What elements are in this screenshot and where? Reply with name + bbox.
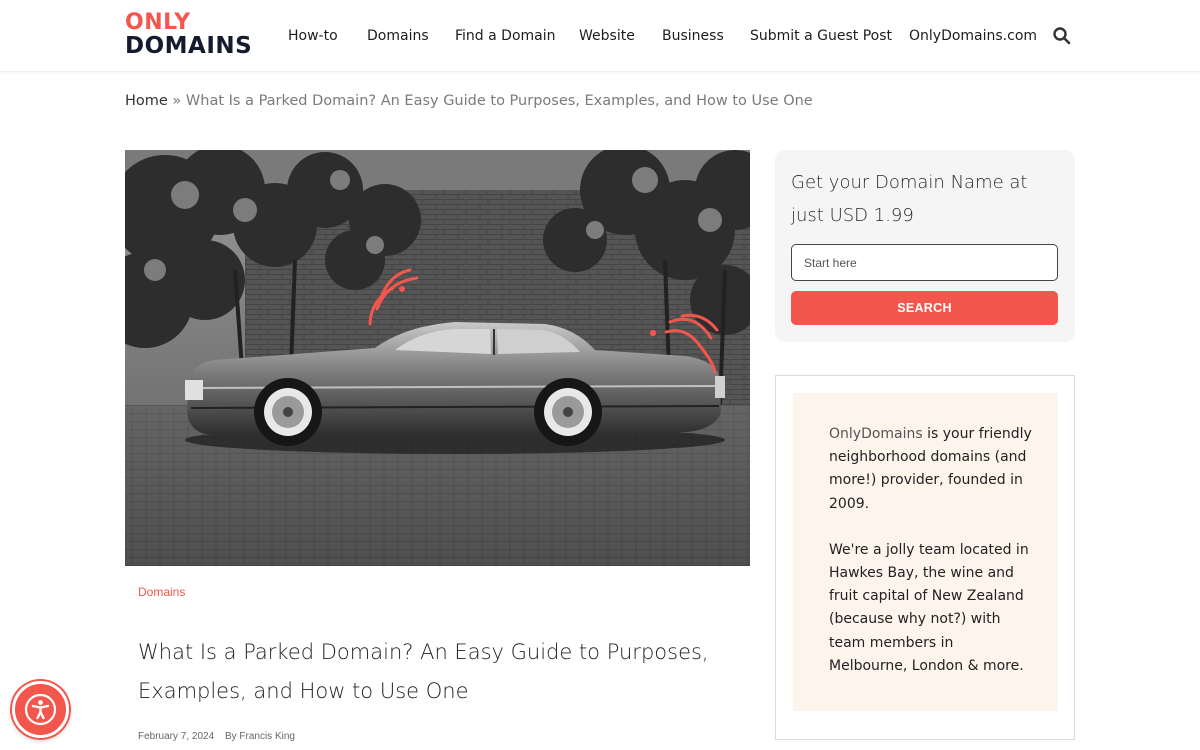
about-paragraph-1: OnlyDomains is your friendly neighborhoo…	[829, 423, 1034, 516]
about-widget: OnlyDomains is your friendly neighborhoo…	[775, 375, 1075, 740]
domain-search-widget: Get your Domain Name at just USD 1.99 SE…	[775, 150, 1075, 342]
breadcrumb-separator: »	[167, 93, 186, 109]
domain-search-input[interactable]	[791, 244, 1058, 281]
post-author[interactable]: By Francis King	[225, 731, 295, 742]
breadcrumb-current: What Is a Parked Domain? An Easy Guide t…	[185, 93, 813, 109]
domain-search-button[interactable]: SEARCH	[791, 291, 1058, 325]
about-text: OnlyDomains is your friendly neighborhoo…	[829, 423, 1034, 678]
site-header: ONLY DOMAINS How-to Domains Find a Domai…	[0, 0, 1200, 72]
about-brand-link[interactable]: OnlyDomains	[829, 426, 923, 442]
nav-item-website[interactable]: Website	[579, 26, 635, 46]
logo-line-2: DOMAINS	[125, 33, 253, 59]
about-box: OnlyDomains is your friendly neighborhoo…	[793, 393, 1058, 711]
nav-item-onlydomains-com[interactable]: OnlyDomains.com	[909, 26, 1037, 46]
post-category-link[interactable]: Domains	[138, 584, 185, 600]
nav-item-business[interactable]: Business	[662, 26, 724, 46]
breadcrumb-home-link[interactable]: Home	[125, 93, 168, 109]
nav-item-how-to[interactable]: How-to	[288, 26, 338, 46]
site-logo[interactable]: ONLY DOMAINS	[125, 10, 265, 60]
accessibility-button[interactable]	[12, 681, 69, 738]
domain-search-title: Get your Domain Name at just USD 1.99	[791, 172, 1028, 226]
nav-item-submit-guest-post[interactable]: Submit a Guest Post	[750, 26, 892, 46]
accessibility-icon	[24, 693, 57, 726]
post-meta: February 7, 2024 By Francis King	[138, 731, 303, 743]
nav-item-domains[interactable]: Domains	[367, 26, 429, 46]
about-paragraph-2: We're a jolly team located in Hawkes Bay…	[829, 541, 1029, 674]
post-date: February 7, 2024	[138, 731, 215, 742]
search-icon[interactable]	[1052, 26, 1072, 46]
featured-image[interactable]	[125, 150, 750, 566]
breadcrumb: Home » What Is a Parked Domain? An Easy …	[125, 90, 813, 112]
logo-line-1: ONLY	[125, 10, 191, 35]
nav-item-find-a-domain[interactable]: Find a Domain	[455, 26, 556, 46]
post-title: What Is a Parked Domain? An Easy Guide t…	[138, 640, 709, 703]
